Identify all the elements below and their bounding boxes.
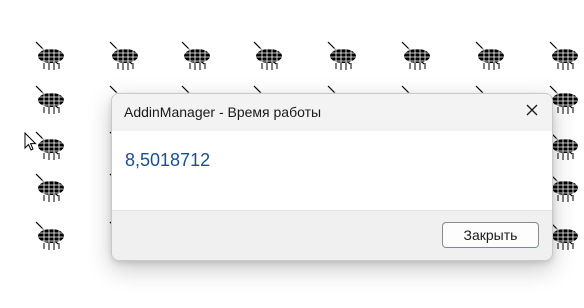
hatched-blob-icon	[108, 40, 142, 70]
desktop-background: AddinManager - Время работы 8,5018712 За…	[0, 0, 584, 308]
hatched-blob-icon	[548, 40, 582, 70]
hatched-blob-icon	[34, 172, 68, 202]
hatched-blob-icon	[548, 220, 582, 250]
dialog-titlebar[interactable]: AddinManager - Время работы	[112, 94, 552, 131]
close-button[interactable]	[512, 94, 552, 130]
dialog-title: AddinManager - Время работы	[124, 104, 322, 120]
hatched-blob-icon	[252, 40, 286, 70]
hatched-blob-icon	[34, 84, 68, 114]
dialog-message: 8,5018712	[125, 150, 211, 170]
hatched-blob-icon	[548, 84, 582, 114]
hatched-blob-icon	[326, 40, 360, 70]
mouse-cursor-icon	[24, 131, 38, 152]
close-dialog-button[interactable]: Закрыть	[442, 222, 539, 248]
hatched-blob-icon	[474, 40, 508, 70]
hatched-blob-icon	[180, 40, 214, 70]
dialog-content: 8,5018712	[112, 131, 552, 210]
hatched-blob-icon	[548, 130, 582, 160]
hatched-blob-icon	[548, 172, 582, 202]
dialog-footer: Закрыть	[112, 210, 552, 260]
hatched-blob-icon	[34, 40, 68, 70]
close-icon	[526, 103, 538, 121]
hatched-blob-icon	[34, 130, 68, 160]
message-dialog: AddinManager - Время работы 8,5018712 За…	[111, 93, 553, 261]
hatched-blob-icon	[400, 40, 434, 70]
hatched-blob-icon	[34, 220, 68, 250]
